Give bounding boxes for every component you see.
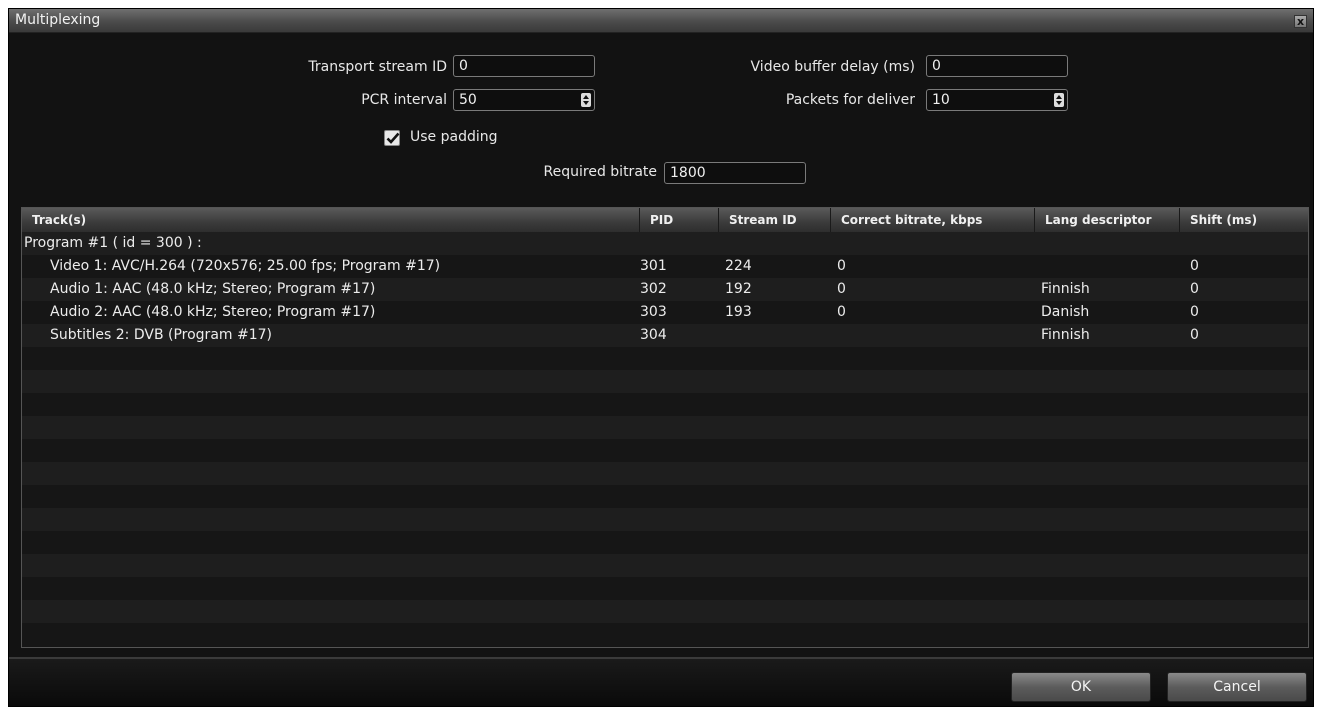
spin-arrows-icon[interactable] xyxy=(581,93,591,107)
bitrate-cell: 0 xyxy=(837,304,846,320)
pcr-interval-spinbox[interactable]: 50 xyxy=(453,89,595,111)
multiplexing-dialog: Multiplexing x Transport stream ID 0 PCR… xyxy=(8,8,1314,707)
empty-row xyxy=(22,347,1308,370)
lang-cell: Danish xyxy=(1041,304,1090,320)
required-bitrate-input[interactable]: 1800 xyxy=(664,162,806,184)
use-padding-checkbox[interactable] xyxy=(384,130,400,146)
cancel-button[interactable]: Cancel xyxy=(1167,672,1307,702)
program-label: Program #1 ( id = 300 ) : xyxy=(24,235,202,251)
pid-cell: 302 xyxy=(640,281,667,297)
empty-row xyxy=(22,370,1308,393)
table-row[interactable]: Audio 1: AAC (48.0 kHz; Stereo; Program … xyxy=(22,278,1308,301)
track-cell: Audio 2: AAC (48.0 kHz; Stereo; Program … xyxy=(50,304,376,320)
pcr-interval-label: PCR interval xyxy=(361,92,447,108)
checkmark-icon xyxy=(386,132,400,144)
track-cell: Subtitles 2: DVB (Program #17) xyxy=(50,327,272,343)
stream-id-cell: 193 xyxy=(725,304,752,320)
transport-stream-id-input[interactable]: 0 xyxy=(453,55,595,77)
empty-row xyxy=(22,531,1308,554)
packets-for-deliver-label: Packets for deliver xyxy=(785,92,915,108)
close-icon[interactable]: x xyxy=(1294,15,1307,28)
shift-cell: 0 xyxy=(1190,281,1199,297)
pid-cell: 303 xyxy=(640,304,667,320)
table-row[interactable]: Subtitles 2: DVB (Program #17) 304 Finni… xyxy=(22,324,1308,347)
shift-cell: 0 xyxy=(1190,304,1199,320)
empty-row xyxy=(22,508,1308,531)
lang-cell: Finnish xyxy=(1041,281,1090,297)
packets-for-deliver-value: 10 xyxy=(932,92,950,108)
stream-id-cell: 224 xyxy=(725,258,752,274)
bitrate-cell: 0 xyxy=(837,258,846,274)
column-header-lang-descriptor[interactable]: Lang descriptor xyxy=(1035,208,1180,232)
spin-arrows-icon[interactable] xyxy=(1054,93,1064,107)
empty-row xyxy=(22,600,1308,623)
pid-cell: 304 xyxy=(640,327,667,343)
required-bitrate-label: Required bitrate xyxy=(543,164,657,180)
pid-cell: 301 xyxy=(640,258,667,274)
column-header-correct-bitrate[interactable]: Correct bitrate, kbps xyxy=(831,208,1035,232)
ok-button[interactable]: OK xyxy=(1011,672,1151,702)
packets-for-deliver-spinbox[interactable]: 10 xyxy=(926,89,1068,111)
pcr-interval-value: 50 xyxy=(459,92,477,108)
empty-row xyxy=(22,439,1308,462)
title-bar: Multiplexing x xyxy=(9,9,1313,33)
empty-row xyxy=(22,623,1308,646)
bitrate-cell: 0 xyxy=(837,281,846,297)
empty-row xyxy=(22,577,1308,600)
track-cell: Audio 1: AAC (48.0 kHz; Stereo; Program … xyxy=(50,281,376,297)
empty-row xyxy=(22,393,1308,416)
shift-cell: 0 xyxy=(1190,327,1199,343)
empty-row xyxy=(22,554,1308,577)
use-padding-label: Use padding xyxy=(410,129,498,145)
dialog-footer: OK Cancel xyxy=(9,659,1313,706)
lang-cell: Finnish xyxy=(1041,327,1090,343)
program-row[interactable]: Program #1 ( id = 300 ) : xyxy=(22,232,1308,255)
column-header-pid[interactable]: PID xyxy=(640,208,719,232)
video-buffer-delay-input[interactable]: 0 xyxy=(926,55,1068,77)
tracks-table[interactable]: Track(s) PID Stream ID Correct bitrate, … xyxy=(21,207,1309,648)
transport-stream-id-label: Transport stream ID xyxy=(308,59,447,75)
empty-row xyxy=(22,462,1308,485)
empty-row xyxy=(22,485,1308,508)
video-buffer-delay-label: Video buffer delay (ms) xyxy=(750,59,915,75)
column-header-stream-id[interactable]: Stream ID xyxy=(719,208,831,232)
table-row[interactable]: Video 1: AVC/H.264 (720x576; 25.00 fps; … xyxy=(22,255,1308,278)
stream-id-cell: 192 xyxy=(725,281,752,297)
track-cell: Video 1: AVC/H.264 (720x576; 25.00 fps; … xyxy=(50,258,441,274)
column-header-tracks[interactable]: Track(s) xyxy=(22,208,640,232)
column-header-shift[interactable]: Shift (ms) xyxy=(1180,208,1308,232)
empty-row xyxy=(22,416,1308,439)
window-title: Multiplexing xyxy=(15,12,101,28)
shift-cell: 0 xyxy=(1190,258,1199,274)
table-row[interactable]: Audio 2: AAC (48.0 kHz; Stereo; Program … xyxy=(22,301,1308,324)
table-header: Track(s) PID Stream ID Correct bitrate, … xyxy=(22,208,1308,232)
